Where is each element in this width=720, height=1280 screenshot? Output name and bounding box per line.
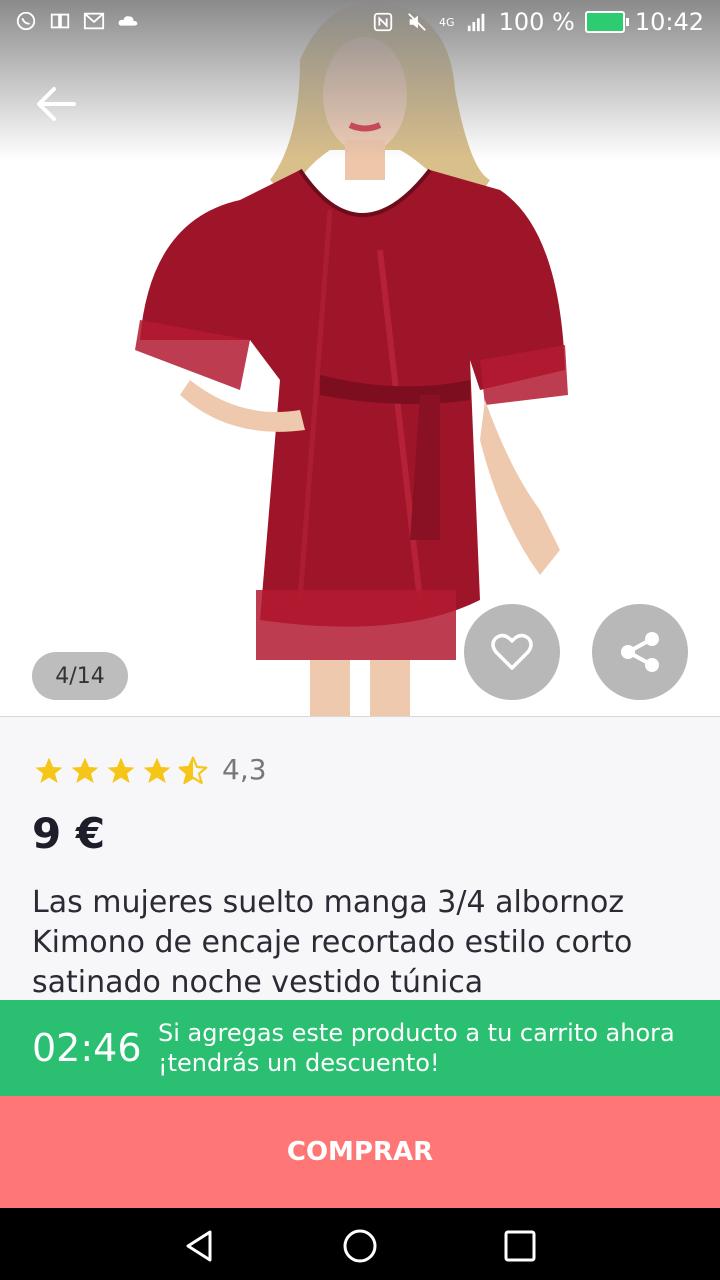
cloud-icon [118, 16, 138, 26]
rating-stars [32, 755, 210, 787]
gmail-icon [83, 12, 105, 30]
nfc-icon [373, 12, 393, 32]
discount-message: Si agregas este producto a tu carrito ah… [158, 1019, 675, 1077]
battery-percent: 100 % [498, 8, 575, 36]
nav-home-icon[interactable] [340, 1226, 380, 1266]
whatsapp-icon [16, 11, 36, 31]
product-title: Las mujeres suelto manga 3/4 albornoz Ki… [32, 885, 633, 1000]
rating-value: 4,3 [222, 753, 267, 786]
network-type: 4G [439, 15, 455, 29]
buy-button[interactable]: COMPRAR [0, 1096, 720, 1208]
arrow-left-icon [37, 87, 76, 121]
signal-icon [467, 13, 484, 32]
navigation-bar [0, 1208, 720, 1280]
mute-icon [408, 13, 426, 31]
nav-recents-icon[interactable] [500, 1226, 540, 1266]
status-bar: 4G 100 % 10:42 [0, 0, 720, 48]
countdown-timer: 02:46 [32, 1026, 142, 1070]
product-info: 4,3 9 € Las mujeres suelto manga 3/4 alb… [0, 716, 720, 1001]
product-price: 9 € [32, 809, 106, 858]
back-button[interactable] [34, 84, 78, 124]
discount-banner: 02:46 Si agregas este producto a tu carr… [0, 1000, 720, 1096]
star-icon [107, 757, 135, 783]
product-image[interactable] [0, 0, 720, 716]
image-counter: 4/14 [32, 652, 128, 700]
favorite-button[interactable] [464, 604, 560, 700]
half-star-icon [178, 756, 208, 785]
share-button[interactable] [592, 604, 688, 700]
star-icon [35, 757, 63, 783]
share-icon [621, 632, 659, 672]
heart-icon [491, 633, 533, 670]
star-icon [71, 757, 99, 783]
battery-icon [584, 11, 629, 33]
star-icon [143, 757, 171, 783]
clock: 10:42 [634, 8, 704, 36]
book-icon [50, 13, 70, 29]
nav-back-icon[interactable] [180, 1226, 220, 1266]
